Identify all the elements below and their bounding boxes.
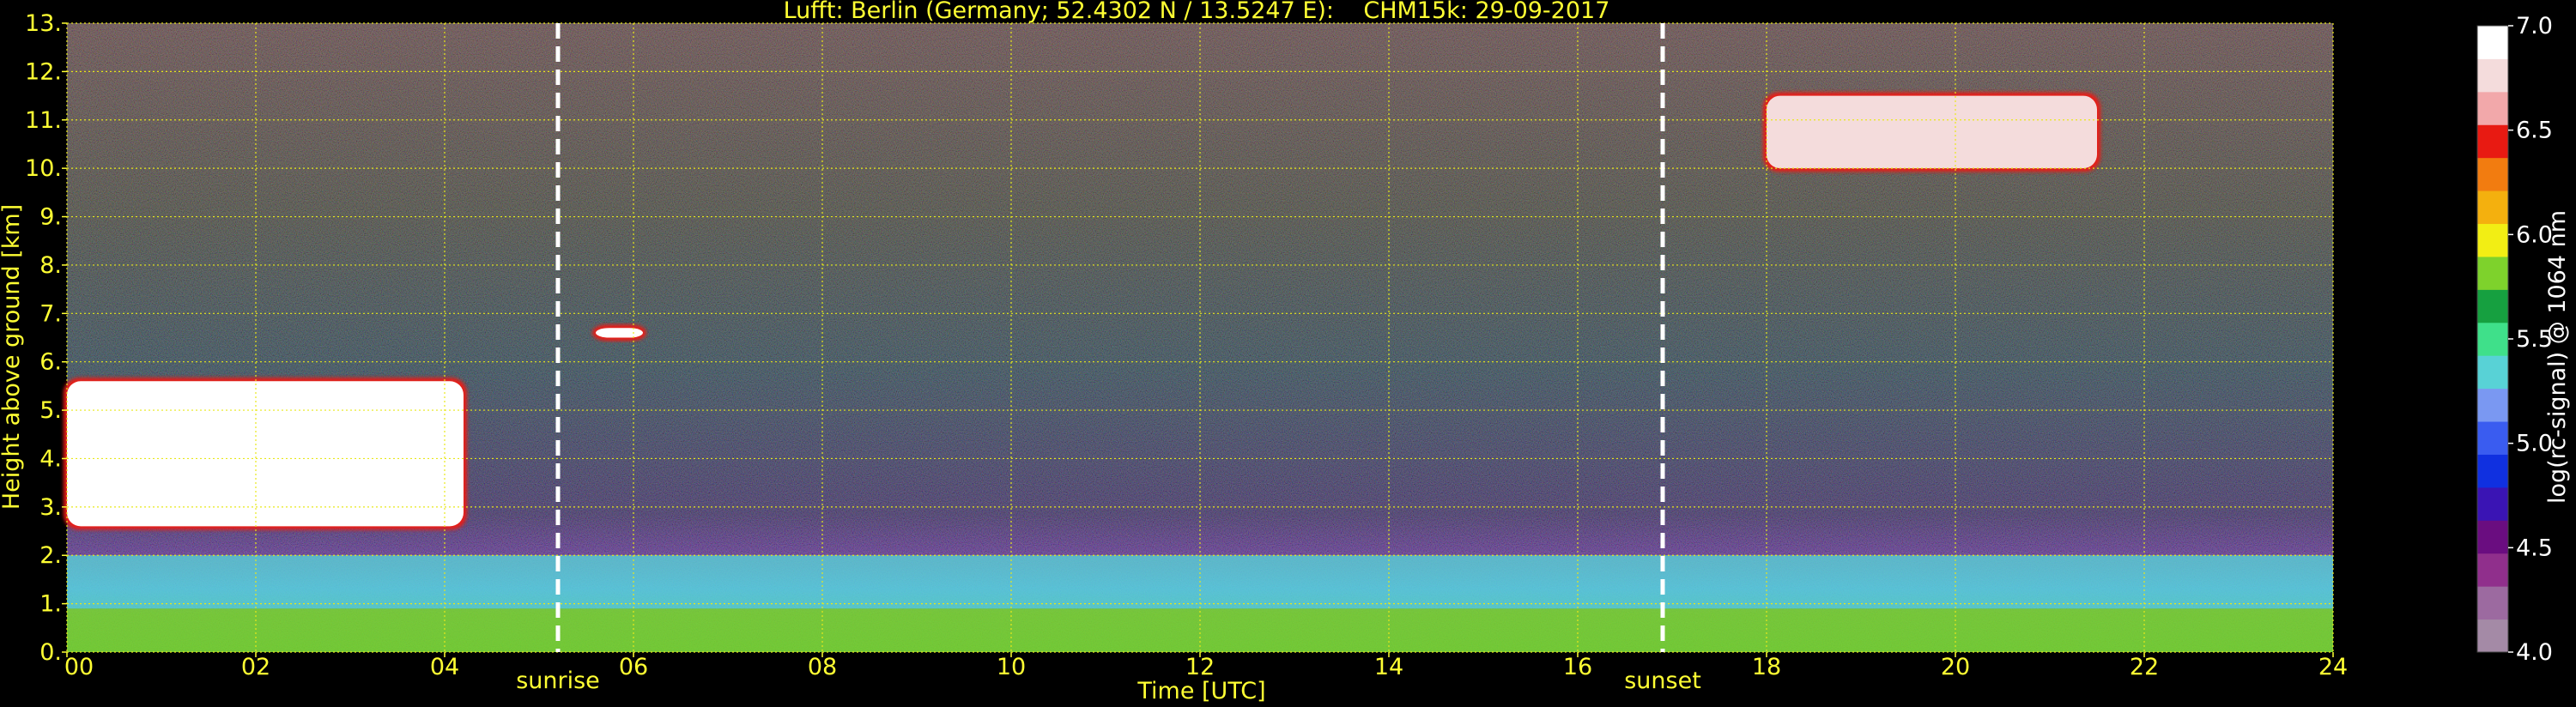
x-tick-label: 12	[1185, 654, 1215, 680]
colorbar-tick-label: 4.0	[2516, 639, 2553, 666]
colorbar-segment	[2477, 619, 2508, 653]
colorbar-segment	[2477, 289, 2508, 323]
colorbar-segment	[2477, 157, 2508, 191]
y-axis-label: Height above ground [km]	[0, 204, 25, 510]
x-tick-label: 16	[1563, 654, 1592, 680]
colorbar-segment	[2477, 355, 2508, 390]
colorbar-segment	[2477, 256, 2508, 290]
y-tick-label: 2.	[39, 542, 62, 569]
colorbar-segment	[2477, 520, 2508, 554]
feature-3	[596, 328, 643, 338]
colorbar-segment	[2477, 91, 2508, 125]
colorbar-segment	[2477, 190, 2508, 225]
colorbar-label: log(rc-signal) @ 1064 nm	[2544, 210, 2571, 504]
colorbar-segment	[2477, 388, 2508, 422]
chart-title: Lufft: Berlin (Germany; 52.4302 N / 13.5…	[784, 0, 1610, 24]
x-tick-label: 06	[619, 654, 648, 680]
marker-label-sunrise: sunrise	[516, 668, 600, 694]
colorbar-segment	[2477, 223, 2508, 257]
x-tick-label: 20	[1941, 654, 1970, 680]
x-tick-label: 02	[241, 654, 270, 680]
y-tick-label: 7.	[39, 300, 62, 327]
feature-4	[1767, 95, 2097, 169]
plot-area: sunrise sunset	[64, 22, 2334, 694]
x-tick-label: 18	[1752, 654, 1781, 680]
x-tick-label: 00	[64, 654, 94, 680]
colorbar-tick-label: 4.5	[2516, 535, 2553, 561]
colorbar-segment	[2477, 322, 2508, 356]
x-tick-label: 04	[430, 654, 459, 680]
colorbar-segment	[2477, 486, 2508, 521]
colorbar: 4.04.55.05.56.06.57.0	[2476, 13, 2553, 666]
x-axis-label: Time [UTC]	[1136, 678, 1265, 704]
marker-label-sunset: sunset	[1624, 668, 1701, 694]
lidar-chart: Lufft: Berlin (Germany; 52.4302 N / 13.5…	[0, 0, 2571, 704]
y-tick-label: 6.	[39, 349, 62, 376]
colorbar-segment	[2477, 26, 2508, 59]
y-tick-label: 4.	[39, 445, 62, 472]
y-tick-label: 8.	[39, 252, 62, 279]
y-ticks: 0. 1. 2. 3. 4. 5. 6. 7. 8. 9. 10. 11. 12. 13.	[25, 10, 67, 666]
feature-2	[67, 381, 464, 527]
colorbar-tick-label: 6.5	[2516, 118, 2553, 144]
colorbar-segment	[2477, 454, 2508, 488]
x-tick-label: 14	[1374, 654, 1403, 680]
x-tick-label: 10	[997, 654, 1026, 680]
colorbar-segment	[2477, 58, 2508, 93]
y-tick-label: 9.	[39, 204, 62, 231]
y-tick-label: 13.	[25, 10, 62, 37]
y-tick-label: 5.	[39, 397, 62, 424]
y-tick-label: 0.	[39, 639, 62, 666]
y-tick-label: 12.	[25, 58, 62, 85]
y-tick-label: 3.	[39, 494, 62, 521]
colorbar-tick-label: 7.0	[2516, 13, 2553, 39]
x-tick-label: 24	[2318, 654, 2348, 680]
y-tick-label: 1.	[39, 591, 62, 618]
y-tick-label: 11.	[25, 107, 62, 134]
colorbar-segment	[2477, 421, 2508, 455]
colorbar-segment	[2477, 553, 2508, 587]
x-ticks: 00 02 04 06 08 10 12 14 16 18 20 22 24	[64, 652, 2348, 680]
x-tick-label: 08	[808, 654, 837, 680]
colorbar-segment	[2477, 586, 2508, 620]
colorbar-segment	[2477, 124, 2508, 159]
x-tick-label: 22	[2130, 654, 2159, 680]
y-tick-label: 10.	[25, 155, 62, 182]
